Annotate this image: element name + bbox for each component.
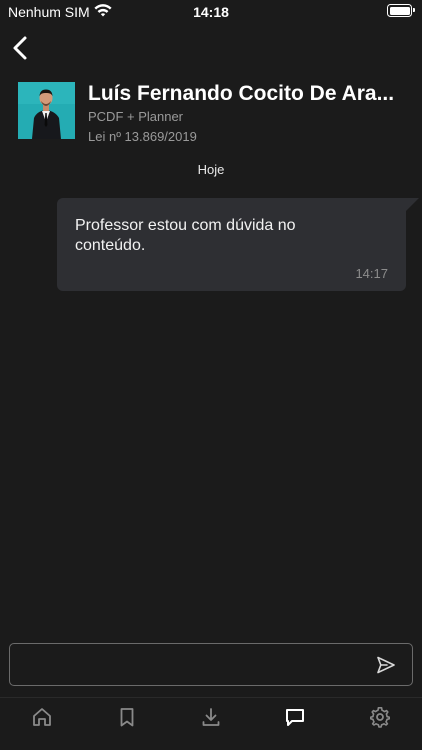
contact-name: Luís Fernando Cocito De Ara... bbox=[88, 82, 395, 105]
tab-bookmarks[interactable] bbox=[107, 702, 147, 732]
tab-chat[interactable] bbox=[275, 702, 315, 732]
tab-settings[interactable] bbox=[360, 702, 400, 732]
contact-header: Luís Fernando Cocito De Ara... PCDF + Pl… bbox=[18, 82, 418, 144]
send-button[interactable] bbox=[376, 655, 398, 677]
gear-icon bbox=[369, 707, 390, 728]
chat-screen: Nenhum SIM 14:18 Luís Fernando Cocito De… bbox=[0, 0, 422, 750]
law-label: Lei nº 13.869/2019 bbox=[88, 129, 197, 144]
send-icon bbox=[377, 656, 395, 674]
avatar[interactable] bbox=[18, 82, 75, 139]
chat-icon bbox=[286, 709, 305, 726]
message-input[interactable] bbox=[18, 650, 358, 680]
status-time: 14:18 bbox=[193, 4, 229, 20]
back-button[interactable] bbox=[6, 32, 34, 64]
tab-home[interactable] bbox=[22, 702, 62, 732]
message-text: Professor estou com dúvida no conteúdo. bbox=[75, 217, 296, 254]
battery-icon bbox=[387, 4, 415, 17]
composer bbox=[9, 643, 413, 686]
message-bubble[interactable]: Professor estou com dúvida no conteúdo. … bbox=[57, 198, 419, 291]
home-icon bbox=[33, 708, 52, 726]
chevron-left-icon bbox=[13, 36, 27, 60]
course-label: PCDF + Planner bbox=[88, 109, 184, 124]
date-divider: Hoje bbox=[197, 162, 225, 177]
tab-downloads[interactable] bbox=[191, 702, 231, 732]
bookmark-icon bbox=[120, 708, 133, 727]
download-icon bbox=[202, 708, 220, 726]
message-time: 14:17 bbox=[355, 266, 388, 281]
status-bar: Nenhum SIM 14:18 bbox=[0, 0, 422, 24]
tab-bar bbox=[0, 697, 422, 750]
